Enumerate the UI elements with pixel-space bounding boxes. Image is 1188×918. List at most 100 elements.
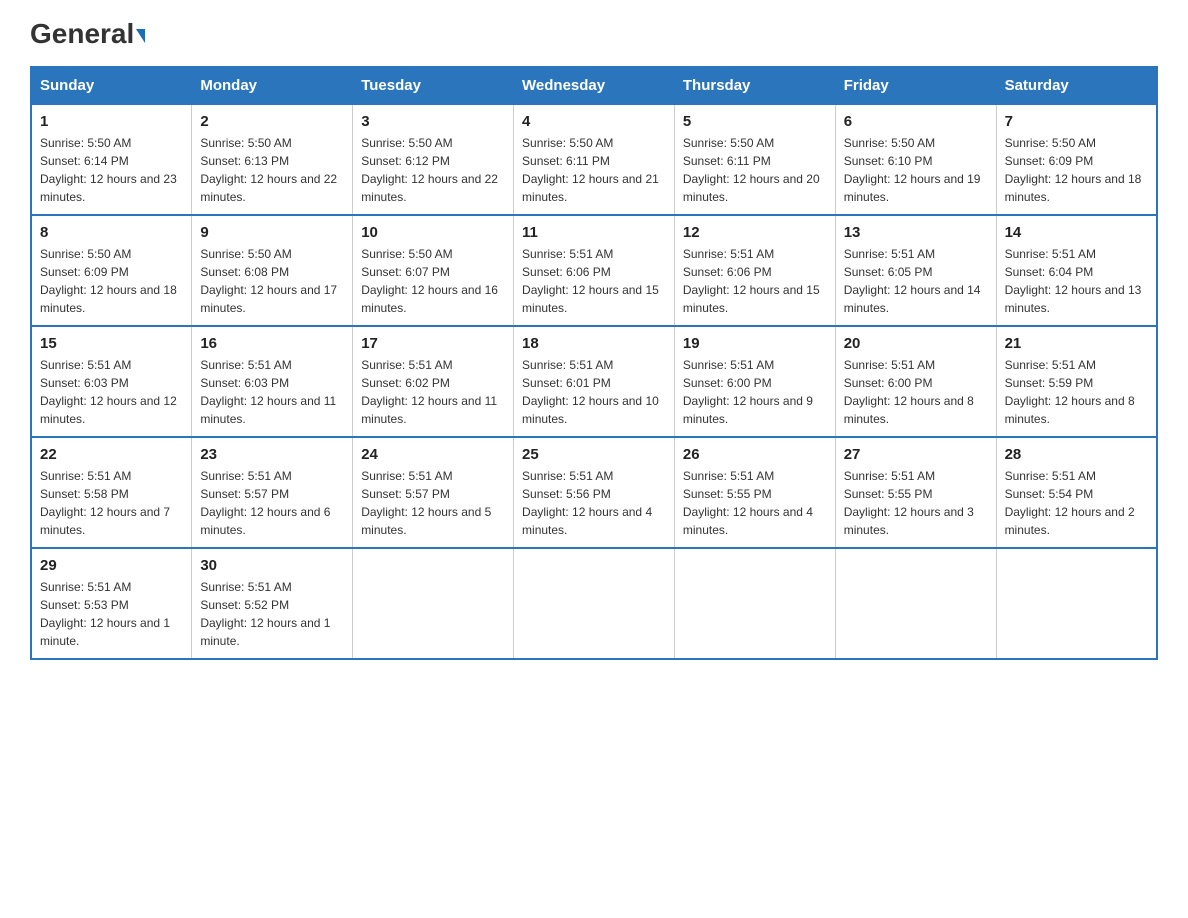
calendar-day-cell: 26 Sunrise: 5:51 AMSunset: 5:55 PMDayligh… (674, 437, 835, 548)
day-info: Sunrise: 5:50 AMSunset: 6:08 PMDaylight:… (200, 245, 344, 317)
calendar-day-cell: 2 Sunrise: 5:50 AMSunset: 6:13 PMDaylight… (192, 105, 353, 216)
header-wednesday: Wednesday (514, 67, 675, 105)
calendar-day-cell: 22Sunrise: 5:51 AMSunset: 5:58 PMDayligh… (31, 437, 192, 548)
page-header: General (30, 20, 1158, 46)
day-info: Sunrise: 5:51 AMSunset: 5:54 PMDaylight:… (1005, 467, 1148, 539)
calendar-day-cell (996, 548, 1157, 659)
calendar-day-cell: 1 Sunrise: 5:50 AMSunset: 6:14 PMDaylight… (31, 105, 192, 216)
day-info: Sunrise: 5:50 AMSunset: 6:07 PMDaylight:… (361, 245, 505, 317)
calendar-day-cell: 24 Sunrise: 5:51 AMSunset: 5:57 PMDayligh… (353, 437, 514, 548)
calendar-table: Sunday Monday Tuesday Wednesday Thursday… (30, 66, 1158, 660)
day-number: 5 (683, 113, 827, 130)
day-info: Sunrise: 5:51 AMSunset: 5:56 PMDaylight:… (522, 467, 666, 539)
calendar-day-cell: 20 Sunrise: 5:51 AMSunset: 6:00 PMDayligh… (835, 326, 996, 437)
day-number: 4 (522, 113, 666, 130)
calendar-day-cell: 5 Sunrise: 5:50 AMSunset: 6:11 PMDaylight… (674, 105, 835, 216)
day-number: 17 (361, 335, 505, 352)
day-info: Sunrise: 5:51 AMSunset: 6:00 PMDaylight:… (844, 356, 988, 428)
calendar-day-cell (835, 548, 996, 659)
day-info: Sunrise: 5:51 AMSunset: 5:57 PMDaylight:… (361, 467, 505, 539)
day-info: Sunrise: 5:50 AMSunset: 6:14 PMDaylight:… (40, 134, 183, 206)
calendar-day-cell: 4 Sunrise: 5:50 AMSunset: 6:11 PMDaylight… (514, 105, 675, 216)
day-info: Sunrise: 5:51 AMSunset: 5:58 PMDaylight:… (40, 467, 183, 539)
calendar-day-cell: 7 Sunrise: 5:50 AMSunset: 6:09 PMDaylight… (996, 105, 1157, 216)
logo-triangle-icon (136, 29, 145, 43)
header-sunday: Sunday (31, 67, 192, 105)
calendar-day-cell: 9 Sunrise: 5:50 AMSunset: 6:08 PMDaylight… (192, 215, 353, 326)
day-number: 21 (1005, 335, 1148, 352)
calendar-day-cell: 3 Sunrise: 5:50 AMSunset: 6:12 PMDaylight… (353, 105, 514, 216)
calendar-week-row: 15 Sunrise: 5:51 AMSunset: 6:03 PMDayligh… (31, 326, 1157, 437)
day-number: 18 (522, 335, 666, 352)
calendar-day-cell: 10 Sunrise: 5:50 AMSunset: 6:07 PMDayligh… (353, 215, 514, 326)
day-info: Sunrise: 5:51 AMSunset: 6:03 PMDaylight:… (200, 356, 344, 428)
calendar-week-row: 29 Sunrise: 5:51 AMSunset: 5:53 PMDayligh… (31, 548, 1157, 659)
day-info: Sunrise: 5:51 AMSunset: 5:55 PMDaylight:… (683, 467, 827, 539)
day-info: Sunrise: 5:51 AMSunset: 6:02 PMDaylight:… (361, 356, 505, 428)
header-friday: Friday (835, 67, 996, 105)
day-info: Sunrise: 5:51 AMSunset: 6:06 PMDaylight:… (522, 245, 666, 317)
calendar-day-cell: 29 Sunrise: 5:51 AMSunset: 5:53 PMDayligh… (31, 548, 192, 659)
calendar-day-cell: 13 Sunrise: 5:51 AMSunset: 6:05 PMDayligh… (835, 215, 996, 326)
calendar-day-cell: 25Sunrise: 5:51 AMSunset: 5:56 PMDayligh… (514, 437, 675, 548)
logo-line1: General (30, 20, 145, 48)
day-info: Sunrise: 5:51 AMSunset: 6:00 PMDaylight:… (683, 356, 827, 428)
day-number: 14 (1005, 224, 1148, 241)
day-info: Sunrise: 5:51 AMSunset: 5:53 PMDaylight:… (40, 578, 183, 650)
day-number: 11 (522, 224, 666, 241)
day-info: Sunrise: 5:50 AMSunset: 6:13 PMDaylight:… (200, 134, 344, 206)
day-number: 13 (844, 224, 988, 241)
calendar-day-cell: 21 Sunrise: 5:51 AMSunset: 5:59 PMDayligh… (996, 326, 1157, 437)
day-info: Sunrise: 5:51 AMSunset: 6:01 PMDaylight:… (522, 356, 666, 428)
day-number: 1 (40, 113, 183, 130)
day-number: 28 (1005, 446, 1148, 463)
calendar-day-cell: 8Sunrise: 5:50 AMSunset: 6:09 PMDaylight… (31, 215, 192, 326)
day-number: 30 (200, 557, 344, 574)
weekday-header-row: Sunday Monday Tuesday Wednesday Thursday… (31, 67, 1157, 105)
day-info: Sunrise: 5:50 AMSunset: 6:12 PMDaylight:… (361, 134, 505, 206)
calendar-day-cell: 16Sunrise: 5:51 AMSunset: 6:03 PMDayligh… (192, 326, 353, 437)
header-monday: Monday (192, 67, 353, 105)
calendar-day-cell: 17 Sunrise: 5:51 AMSunset: 6:02 PMDayligh… (353, 326, 514, 437)
day-number: 15 (40, 335, 183, 352)
day-number: 8 (40, 224, 183, 241)
day-number: 20 (844, 335, 988, 352)
calendar-day-cell: 30Sunrise: 5:51 AMSunset: 5:52 PMDayligh… (192, 548, 353, 659)
day-number: 26 (683, 446, 827, 463)
day-info: Sunrise: 5:51 AMSunset: 6:06 PMDaylight:… (683, 245, 827, 317)
day-number: 29 (40, 557, 183, 574)
day-info: Sunrise: 5:51 AMSunset: 6:04 PMDaylight:… (1005, 245, 1148, 317)
day-number: 23 (200, 446, 344, 463)
day-number: 2 (200, 113, 344, 130)
day-number: 3 (361, 113, 505, 130)
day-info: Sunrise: 5:51 AMSunset: 5:57 PMDaylight:… (200, 467, 344, 539)
calendar-day-cell (353, 548, 514, 659)
day-number: 9 (200, 224, 344, 241)
day-info: Sunrise: 5:51 AMSunset: 5:55 PMDaylight:… (844, 467, 988, 539)
calendar-day-cell: 23 Sunrise: 5:51 AMSunset: 5:57 PMDayligh… (192, 437, 353, 548)
calendar-day-cell: 28 Sunrise: 5:51 AMSunset: 5:54 PMDayligh… (996, 437, 1157, 548)
day-number: 10 (361, 224, 505, 241)
day-number: 27 (844, 446, 988, 463)
day-number: 12 (683, 224, 827, 241)
calendar-day-cell: 6Sunrise: 5:50 AMSunset: 6:10 PMDaylight… (835, 105, 996, 216)
day-info: Sunrise: 5:50 AMSunset: 6:11 PMDaylight:… (683, 134, 827, 206)
calendar-day-cell: 14 Sunrise: 5:51 AMSunset: 6:04 PMDayligh… (996, 215, 1157, 326)
calendar-day-cell: 27 Sunrise: 5:51 AMSunset: 5:55 PMDayligh… (835, 437, 996, 548)
header-thursday: Thursday (674, 67, 835, 105)
calendar-day-cell: 11 Sunrise: 5:51 AMSunset: 6:06 PMDayligh… (514, 215, 675, 326)
day-number: 24 (361, 446, 505, 463)
day-info: Sunrise: 5:50 AMSunset: 6:11 PMDaylight:… (522, 134, 666, 206)
calendar-day-cell: 15Sunrise: 5:51 AMSunset: 6:03 PMDayligh… (31, 326, 192, 437)
day-info: Sunrise: 5:51 AMSunset: 6:05 PMDaylight:… (844, 245, 988, 317)
day-info: Sunrise: 5:50 AMSunset: 6:09 PMDaylight:… (1005, 134, 1148, 206)
logo: General (30, 20, 145, 46)
calendar-day-cell: 12 Sunrise: 5:51 AMSunset: 6:06 PMDayligh… (674, 215, 835, 326)
calendar-day-cell: 18 Sunrise: 5:51 AMSunset: 6:01 PMDayligh… (514, 326, 675, 437)
day-info: Sunrise: 5:51 AMSunset: 5:59 PMDaylight:… (1005, 356, 1148, 428)
calendar-day-cell: 19Sunrise: 5:51 AMSunset: 6:00 PMDayligh… (674, 326, 835, 437)
calendar-week-row: 1 Sunrise: 5:50 AMSunset: 6:14 PMDaylight… (31, 105, 1157, 216)
calendar-day-cell (514, 548, 675, 659)
day-info: Sunrise: 5:50 AMSunset: 6:10 PMDaylight:… (844, 134, 988, 206)
day-number: 7 (1005, 113, 1148, 130)
